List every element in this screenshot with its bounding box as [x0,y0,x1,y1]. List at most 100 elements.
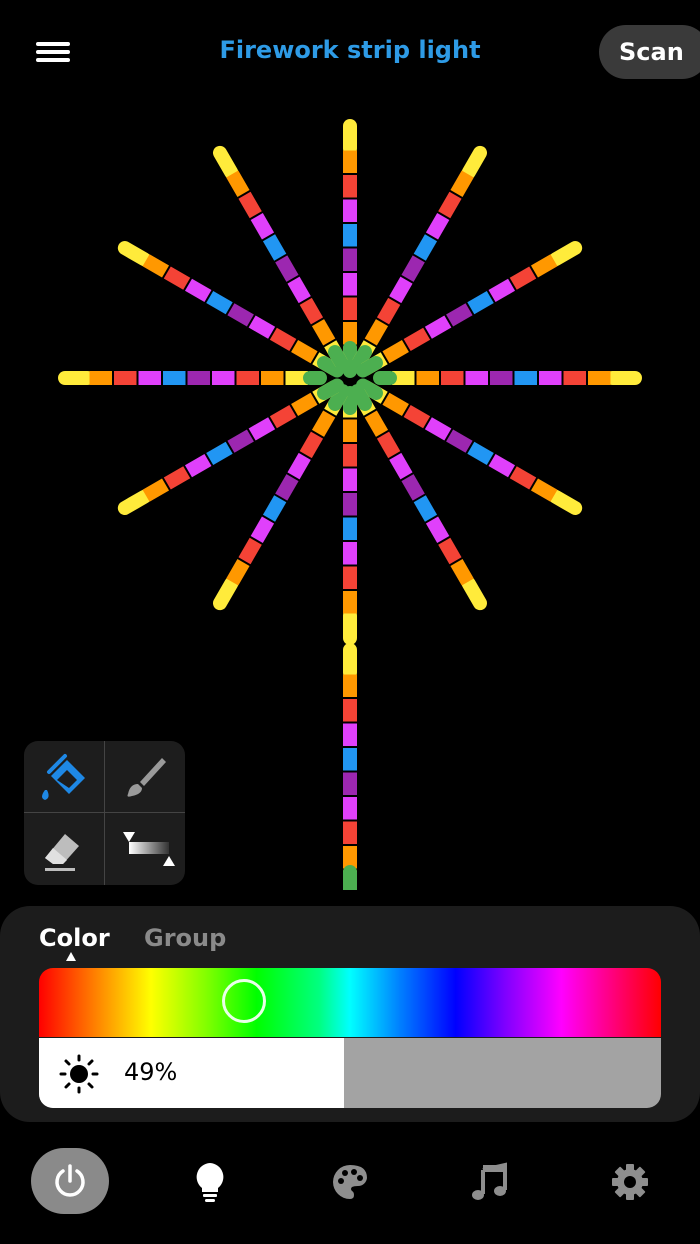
fill-bucket-tool[interactable] [24,741,104,812]
hue-slider[interactable] [39,968,661,1037]
led-segment[interactable] [548,241,583,267]
led-segment[interactable] [425,212,450,240]
led-segment[interactable] [401,474,425,501]
hue-slider-knob[interactable] [222,979,267,1023]
eraser-tool[interactable] [24,813,104,884]
nav-music[interactable] [451,1150,529,1214]
led-segment[interactable] [488,278,516,303]
led-segment[interactable] [117,489,152,515]
fill-bucket-icon [42,753,85,800]
led-segment[interactable] [461,145,487,180]
led-segment[interactable] [238,537,262,565]
brush-tool[interactable] [105,741,185,812]
led-segment[interactable] [403,404,431,429]
led-segment[interactable] [311,319,336,346]
led-segment[interactable] [299,431,324,459]
led-segment[interactable] [213,576,239,611]
led-segment[interactable] [382,392,409,417]
scan-button[interactable]: Scan [599,25,700,79]
led-segment[interactable] [287,276,311,304]
nav-settings[interactable] [591,1150,669,1214]
tab-group[interactable]: Group [144,924,226,952]
color-panel: Color Group 49% [0,906,700,1122]
led-segment[interactable] [238,191,262,219]
led-segment[interactable] [226,558,250,586]
led-segment[interactable] [317,378,345,400]
led-segment[interactable] [509,466,537,490]
led-segment[interactable] [350,383,372,411]
led-segment[interactable] [530,254,558,278]
led-segment[interactable] [275,474,299,501]
led-segment[interactable] [548,489,583,515]
tool-divider [24,812,185,813]
led-segment[interactable] [287,452,311,480]
led-segment[interactable] [227,303,254,327]
tab-color[interactable]: Color [39,924,110,952]
led-segment[interactable] [467,441,494,466]
led-segment[interactable] [213,145,239,180]
nav-scenes[interactable] [311,1150,389,1214]
led-segment[interactable] [376,431,401,459]
led-segment[interactable] [206,441,233,466]
led-segment[interactable] [117,241,152,267]
led-segment[interactable] [355,356,383,378]
bottom-nav [0,1140,700,1240]
led-segment[interactable] [184,453,212,478]
led-segment[interactable] [184,278,212,303]
led-segment[interactable] [413,234,438,261]
led-segment[interactable] [446,429,473,453]
led-segment[interactable] [311,410,336,437]
palette-icon [333,1165,367,1199]
power-button[interactable] [31,1148,109,1214]
led-segment[interactable] [248,417,276,441]
brightness-slider[interactable]: 49% [39,1038,661,1108]
led-segment[interactable] [446,303,473,327]
led-segment[interactable] [291,339,318,364]
led-segment[interactable] [438,537,462,565]
led-segment[interactable] [275,255,299,282]
led-segment[interactable] [530,478,558,502]
led-segment[interactable] [425,516,450,544]
led-segment[interactable] [424,417,452,441]
led-segment[interactable] [488,453,516,478]
led-segment[interactable] [250,516,275,544]
led-segment[interactable] [467,290,494,315]
led-segment[interactable] [364,319,389,346]
led-segment[interactable] [450,558,474,586]
led-segment[interactable] [250,212,275,240]
led-segment[interactable] [142,254,170,278]
led-segment[interactable] [269,404,297,429]
led-segment[interactable] [364,410,389,437]
led-segment[interactable] [262,495,287,522]
led-segment[interactable] [389,276,413,304]
led-segment[interactable] [262,234,287,261]
led-segment[interactable] [450,170,474,198]
led-segment[interactable] [299,297,324,325]
tool-palette [24,741,185,885]
led-segment[interactable] [142,478,170,502]
led-segment[interactable] [438,191,462,219]
led-segment[interactable] [389,452,413,480]
led-segment[interactable] [291,392,318,417]
led-segment[interactable] [382,339,409,364]
gradient-icon [123,831,175,866]
led-segment[interactable] [376,297,401,325]
led-segment[interactable] [509,266,537,290]
nav-light[interactable] [171,1150,249,1214]
music-note-icon [472,1162,507,1200]
page-title: Firework strip light [219,36,481,64]
led-segment[interactable] [163,266,191,290]
led-segment[interactable] [226,170,250,198]
led-segment[interactable] [163,466,191,490]
led-segment[interactable] [227,429,254,453]
led-segment[interactable] [403,327,431,352]
led-segment[interactable] [248,315,276,339]
led-segment[interactable] [424,315,452,339]
led-segment[interactable] [269,327,297,352]
led-segment[interactable] [461,576,487,611]
led-segment[interactable] [401,255,425,282]
led-segment[interactable] [328,345,350,373]
led-segment[interactable] [413,495,438,522]
led-segment[interactable] [206,290,233,315]
gradient-tool[interactable] [105,813,185,884]
